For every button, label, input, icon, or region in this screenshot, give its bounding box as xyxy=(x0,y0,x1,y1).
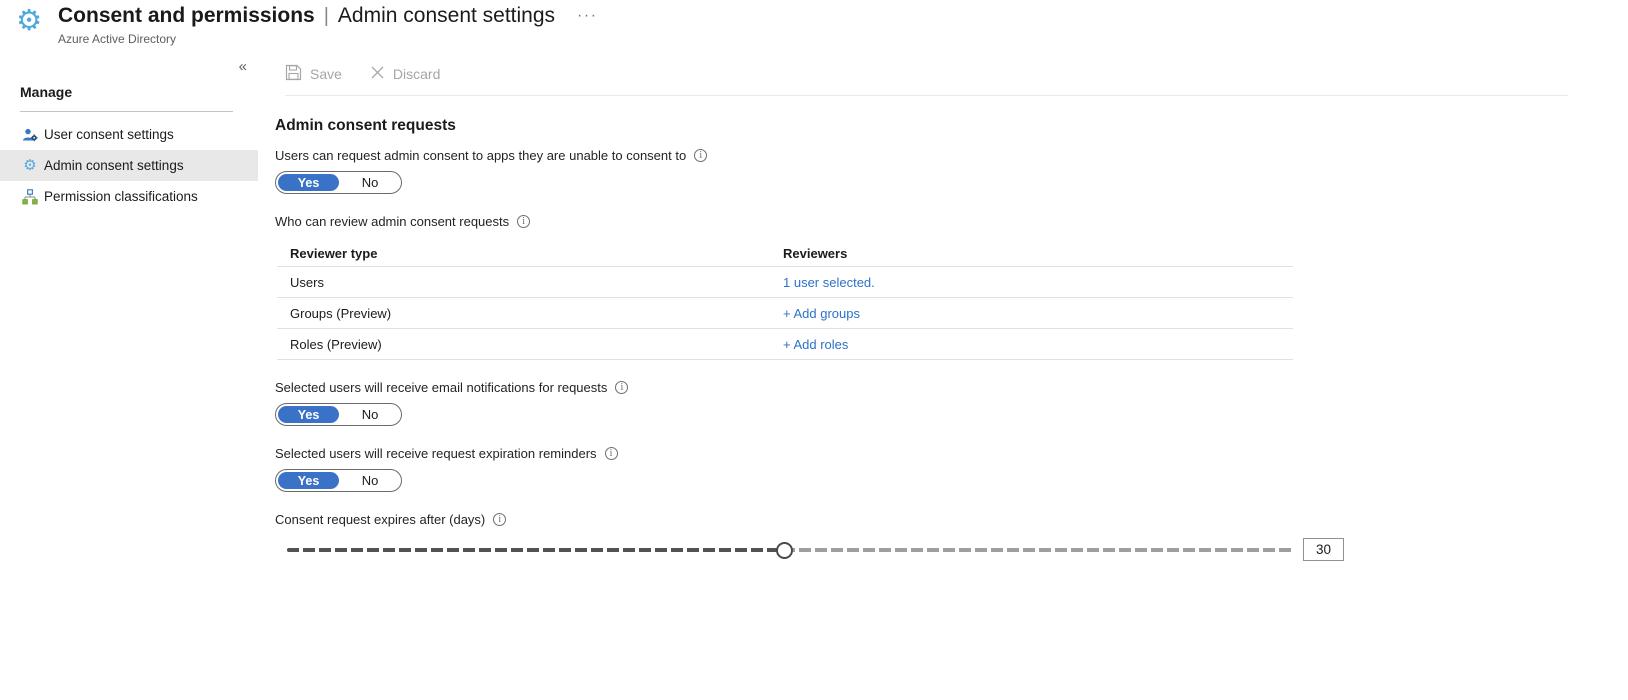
slider-handle[interactable] xyxy=(776,542,793,559)
sidebar-item-user-consent-settings[interactable]: User consent settings xyxy=(0,119,258,150)
discard-button[interactable]: Discard xyxy=(370,65,440,83)
save-button[interactable]: Save xyxy=(285,64,342,84)
save-label: Save xyxy=(310,66,342,82)
toggle-yes-button[interactable]: Yes xyxy=(278,406,339,423)
slider-track-filled xyxy=(287,548,785,552)
command-bar: Save Discard xyxy=(275,59,1628,89)
main-content: Save Discard Admin consent requests User… xyxy=(275,56,1628,561)
table-header-row: Reviewer type Reviewers xyxy=(277,240,1293,267)
page-title-primary: Consent and permissions xyxy=(58,4,315,28)
table-row-users: Users 1 user selected. xyxy=(277,267,1293,298)
sidebar-item-label: Permission classifications xyxy=(44,189,198,204)
save-icon xyxy=(285,64,302,84)
info-icon[interactable]: i xyxy=(694,149,707,162)
reviewers-label: Who can review admin consent requests xyxy=(275,214,509,229)
expires-after-input[interactable] xyxy=(1303,538,1344,561)
reviewer-type-cell: Roles (Preview) xyxy=(277,337,783,352)
title-separator: | xyxy=(324,5,329,28)
toggle-no-button[interactable]: No xyxy=(339,404,401,425)
toggle-yes-button[interactable]: Yes xyxy=(278,174,339,191)
hierarchy-icon xyxy=(22,189,38,205)
user-requests-toggle: Yes No xyxy=(275,171,402,194)
gear-icon: ⚙ xyxy=(22,158,38,174)
info-icon[interactable]: i xyxy=(517,215,530,228)
sidebar: « Manage User consent settin xyxy=(0,56,258,700)
sidebar-section-manage: Manage xyxy=(20,84,258,100)
expires-after-label: Consent request expires after (days) xyxy=(275,512,485,527)
sidebar-nav: User consent settings ⚙ Admin consent se… xyxy=(0,119,258,212)
column-header-reviewer-type: Reviewer type xyxy=(277,246,783,261)
expiration-reminders-label: Selected users will receive request expi… xyxy=(275,446,597,461)
users-selected-link[interactable]: 1 user selected. xyxy=(783,275,875,290)
toggle-no-button[interactable]: No xyxy=(339,470,401,491)
reviewer-type-cell: Users xyxy=(277,275,783,290)
toggle-no-button[interactable]: No xyxy=(339,172,401,193)
more-options-button[interactable]: ··· xyxy=(575,7,599,25)
page-title-secondary: Admin consent settings xyxy=(338,4,555,28)
email-notifications-label-row: Selected users will receive email notifi… xyxy=(275,380,1628,395)
expiration-reminders-toggle: Yes No xyxy=(275,469,402,492)
close-icon xyxy=(370,65,385,83)
table-row-roles: Roles (Preview) + Add roles xyxy=(277,329,1293,360)
expires-after-slider-row xyxy=(275,538,1628,561)
info-icon[interactable]: i xyxy=(493,513,506,526)
discard-label: Discard xyxy=(393,66,440,82)
add-roles-link[interactable]: + Add roles xyxy=(783,337,848,352)
email-notifications-label: Selected users will receive email notifi… xyxy=(275,380,607,395)
sidebar-divider xyxy=(20,111,233,112)
user-gear-icon xyxy=(22,127,38,143)
toggle-yes-button[interactable]: Yes xyxy=(278,472,339,489)
section-title: Admin consent requests xyxy=(275,117,1628,135)
sidebar-collapse-icon[interactable]: « xyxy=(239,58,247,75)
reviewer-type-cell: Groups (Preview) xyxy=(277,306,783,321)
sidebar-item-admin-consent-settings[interactable]: ⚙ Admin consent settings xyxy=(0,150,258,181)
table-row-groups: Groups (Preview) + Add groups xyxy=(277,298,1293,329)
reviewers-label-row: Who can review admin consent requests i xyxy=(275,214,1628,229)
info-icon[interactable]: i xyxy=(605,447,618,460)
user-requests-label-row: Users can request admin consent to apps … xyxy=(275,148,1628,163)
email-notifications-toggle: Yes No xyxy=(275,403,402,426)
breadcrumb-subtitle: Azure Active Directory xyxy=(58,32,176,46)
page-title: Consent and permissions | Admin consent … xyxy=(58,4,600,28)
expires-after-label-row: Consent request expires after (days) i xyxy=(275,512,1628,527)
consent-gear-icon: ⚙ xyxy=(16,6,42,35)
column-header-reviewers: Reviewers xyxy=(783,246,1293,261)
reviewers-table: Reviewer type Reviewers Users 1 user sel… xyxy=(277,240,1293,360)
command-bar-divider xyxy=(285,95,1568,96)
sidebar-item-label: Admin consent settings xyxy=(44,158,184,173)
page-header: ⚙ Consent and permissions | Admin consen… xyxy=(0,0,1628,56)
user-requests-label: Users can request admin consent to apps … xyxy=(275,148,686,163)
info-icon[interactable]: i xyxy=(615,381,628,394)
sidebar-item-permission-classifications[interactable]: Permission classifications xyxy=(0,181,258,212)
add-groups-link[interactable]: + Add groups xyxy=(783,306,860,321)
sidebar-item-label: User consent settings xyxy=(44,127,174,142)
expiration-reminders-label-row: Selected users will receive request expi… xyxy=(275,446,1628,461)
expires-after-slider[interactable] xyxy=(287,541,1293,559)
